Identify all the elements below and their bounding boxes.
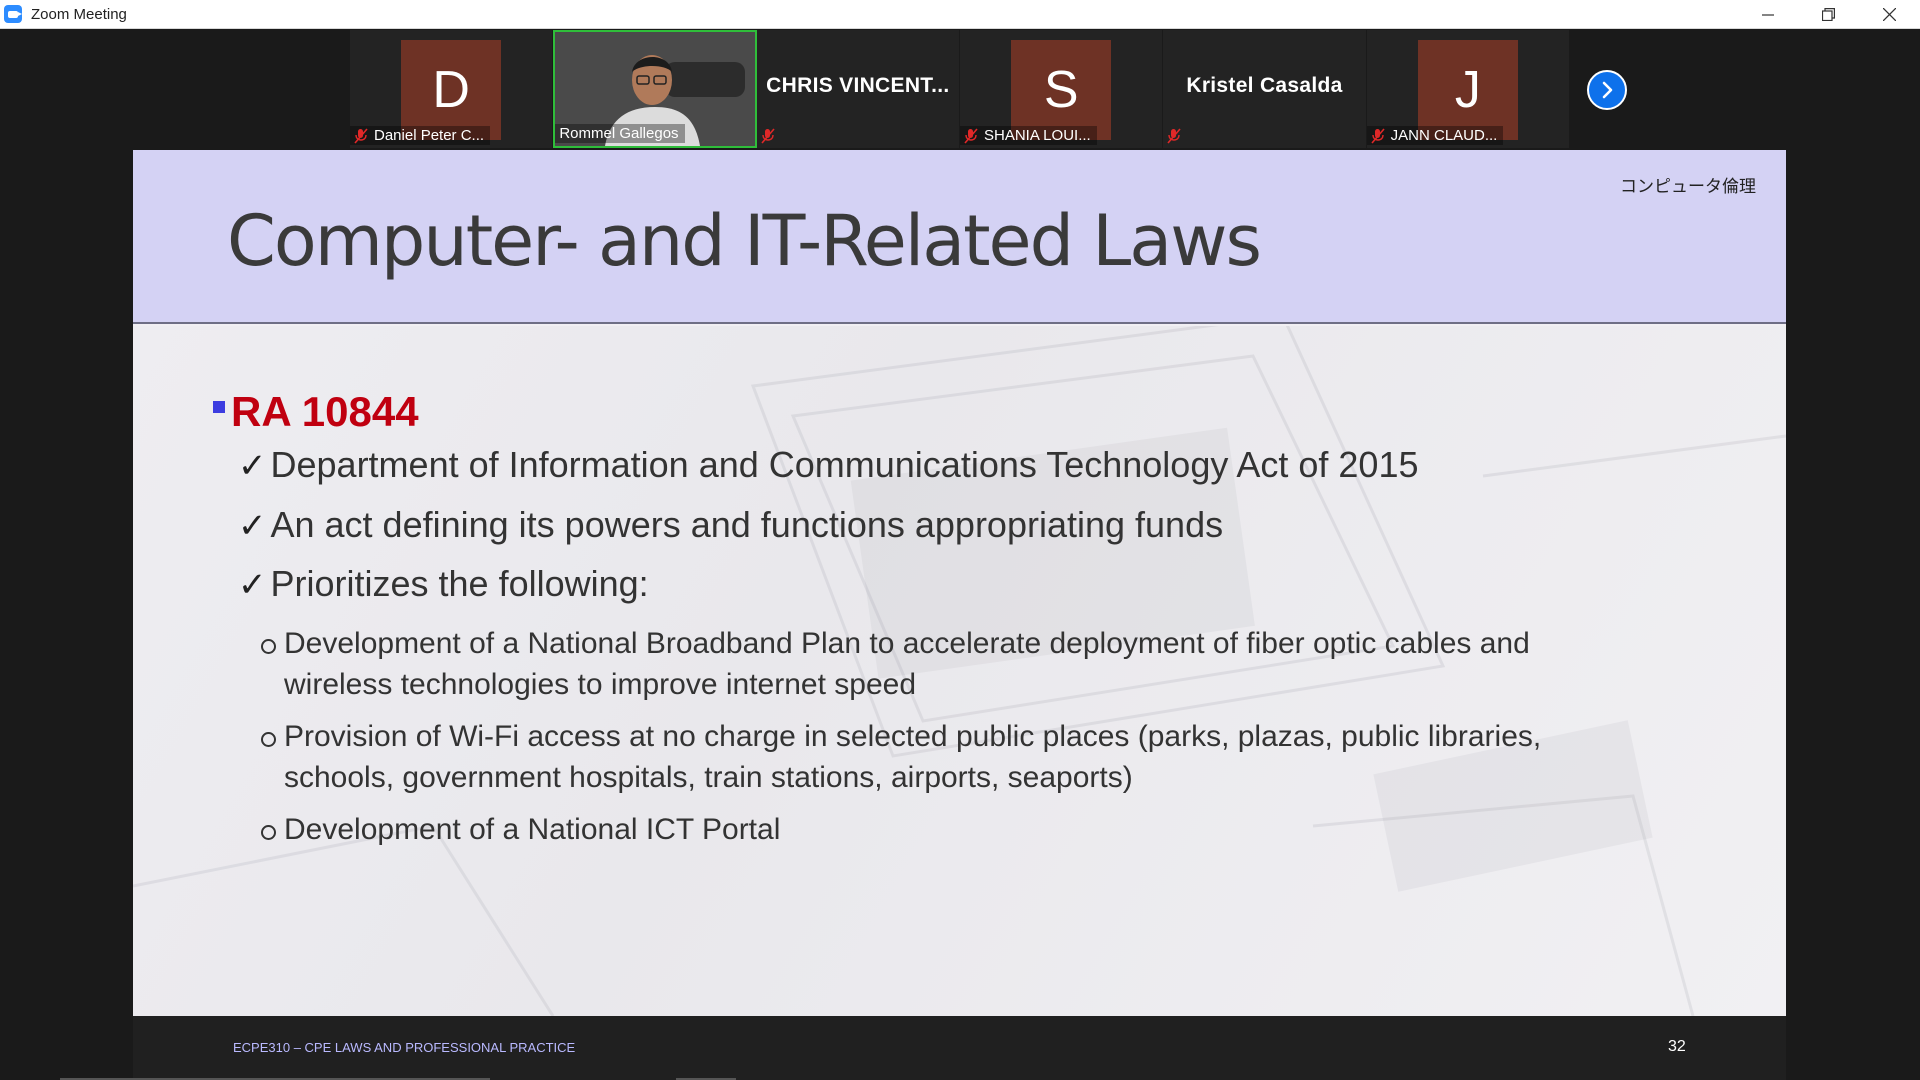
participant-tile[interactable]: CHRIS VINCENT... [756,30,960,148]
close-icon [1883,8,1896,21]
checklist-item: ✓ An act defining its powers and functio… [238,504,1223,546]
sub-bullet-item: Development of a National Broadband Plan… [261,623,1530,705]
participant-name-label: Rommel Gallegos [555,124,685,143]
sub-bullet-item: Development of a National ICT Portal [261,809,780,850]
window-title: Zoom Meeting [31,5,127,23]
circle-bullet-icon [261,639,276,654]
window-controls [1737,0,1920,29]
minimize-icon [1761,13,1774,16]
slide-title: Computer- and IT-Related Laws [227,200,1262,282]
participant-display-name: Kristel Casalda [1186,74,1343,97]
square-bullet-icon [213,401,225,413]
restore-icon [1822,8,1835,21]
participant-tile[interactable]: Kristel Casalda [1163,30,1367,148]
participant-gallery-strip: D Daniel Peter C... Rommel Gallegos CHRI… [350,30,1570,148]
slide-heading-line: RA 10844 [213,388,419,436]
meeting-view: D Daniel Peter C... Rommel Gallegos CHRI… [0,29,1920,1080]
participant-avatar: S [1011,40,1112,140]
checkmark-icon: ✓ [238,566,267,604]
slide-heading: RA 10844 [231,388,419,435]
chevron-right-icon [1602,81,1613,99]
shared-screen-slide: Computer- and IT-Related Laws コンピュータ倫理 R… [133,150,1786,1080]
participant-avatar: D [401,40,502,140]
mic-muted-icon [761,128,775,144]
gallery-next-button[interactable] [1587,70,1627,110]
course-footer-label: ECPE310 – CPE LAWS AND PROFESSIONAL PRAC… [233,1040,576,1055]
slide-corner-label: コンピュータ倫理 [1620,177,1756,196]
participant-tile[interactable]: D Daniel Peter C... [350,30,554,148]
mic-muted-icon [1371,127,1385,144]
participant-display-name: CHRIS VINCENT... [766,74,950,97]
checklist-text: An act defining its powers and functions… [270,504,1224,545]
participant-name-label: Daniel Peter C... [350,126,491,145]
restore-button[interactable] [1798,0,1859,29]
sub-bullet-text: wireless technologies to improve interne… [284,668,917,701]
participant-tile[interactable]: S SHANIA LOUI... [960,30,1164,148]
close-button[interactable] [1859,0,1920,29]
minimize-button[interactable] [1737,0,1798,29]
participant-avatar: J [1417,40,1518,140]
participant-name: Rommel Gallegos [559,125,679,142]
mic-muted-icon [1167,128,1181,144]
mic-muted-icon [964,127,978,144]
checkmark-icon: ✓ [238,507,267,545]
slide-header: Computer- and IT-Related Laws コンピュータ倫理 [133,150,1786,324]
participant-tile-active-speaker[interactable]: Rommel Gallegos [553,30,757,148]
participant-name: SHANIA LOUI... [984,127,1091,144]
sub-bullet-text: Development of a National Broadband Plan… [284,627,1530,660]
window-titlebar: Zoom Meeting [0,0,1920,29]
participant-name-label [757,127,787,145]
participant-name-label [1163,127,1193,145]
participant-name-label: SHANIA LOUI... [960,126,1097,145]
slide-page-number: 32 [1668,1038,1686,1055]
participant-tile[interactable]: J JANN CLAUD... [1366,30,1570,148]
sub-bullet-item: Provision of Wi-Fi access at no charge i… [261,716,1541,798]
checklist-item: ✓ Department of Information and Communic… [238,444,1419,486]
participant-name: Daniel Peter C... [374,127,485,144]
circle-bullet-icon [261,732,276,747]
checklist-text: Prioritizes the following: [270,563,649,604]
sub-bullet-text: Development of a National ICT Portal [284,813,781,846]
participant-name: JANN CLAUD... [1390,127,1498,144]
mic-muted-icon [354,127,368,144]
checklist-item: ✓ Prioritizes the following: [238,563,649,605]
checklist-text: Department of Information and Communicat… [270,444,1419,485]
participant-name-label: JANN CLAUD... [1366,126,1504,145]
sub-bullet-text: Provision of Wi-Fi access at no charge i… [284,720,1542,753]
slide-body: RA 10844 ✓ Department of Information and… [133,326,1786,1016]
sub-bullet-text: schools, government hospitals, train sta… [284,761,1133,794]
slide-footer: ECPE310 – CPE LAWS AND PROFESSIONAL PRAC… [133,1016,1786,1080]
zoom-app-icon [4,5,22,23]
checkmark-icon: ✓ [238,447,267,485]
circle-bullet-icon [261,825,276,840]
